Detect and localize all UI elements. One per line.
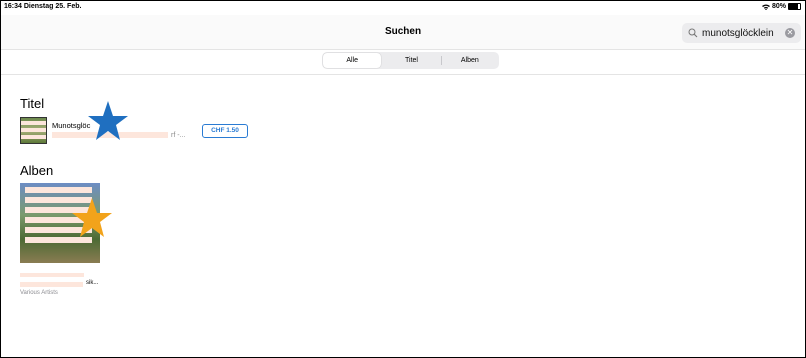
- segment-alben-label: Alben: [460, 57, 479, 64]
- section-heading-titel: Titel: [20, 96, 45, 111]
- blue-star-icon: [88, 101, 128, 140]
- redaction: [20, 273, 84, 277]
- app-window: 16:34 Dienstag 25. Feb. 80% Suchen munot…: [0, 0, 806, 358]
- redaction: [25, 187, 92, 193]
- track-subtitle: rf -...: [171, 132, 186, 139]
- status-date: Dienstag 25. Feb.: [23, 3, 82, 10]
- search-field[interactable]: munotsglöcklein ✕: [682, 23, 801, 43]
- segment-alle[interactable]: Alle: [323, 53, 382, 68]
- redaction: [21, 128, 46, 132]
- track-title: Munotsglöc: [52, 121, 91, 130]
- filter-bar: Alle Titel Alben: [1, 50, 805, 75]
- battery-icon: [788, 3, 801, 10]
- album-artist: Various Artists: [20, 290, 58, 296]
- segment-alben[interactable]: Alben: [440, 52, 499, 69]
- status-right: 80%: [761, 3, 801, 10]
- segment-titel[interactable]: Titel: [382, 52, 440, 69]
- status-clock: 16:34: [4, 3, 22, 10]
- status-bar: 16:34 Dienstag 25. Feb. 80%: [1, 1, 805, 15]
- wifi-icon: [761, 4, 770, 10]
- battery-fill: [789, 4, 798, 9]
- search-icon: [688, 28, 698, 38]
- segmented-control: Alle Titel Alben: [322, 52, 499, 69]
- redaction: [21, 135, 46, 139]
- nav-bar: Suchen munotsglöcklein ✕: [1, 15, 805, 50]
- search-input[interactable]: munotsglöcklein: [702, 28, 774, 39]
- battery-percent: 80%: [771, 3, 786, 10]
- buy-price-button[interactable]: CHF 1.50: [202, 124, 248, 138]
- redaction: [20, 282, 83, 287]
- status-time: 16:34 Dienstag 25. Feb.: [4, 3, 81, 10]
- segment-titel-label: Titel: [405, 57, 418, 64]
- redaction: [21, 121, 46, 125]
- segment-divider: [440, 56, 442, 65]
- clear-icon[interactable]: ✕: [785, 28, 795, 38]
- orange-star-icon: [72, 198, 112, 237]
- track-artwork: [20, 117, 47, 144]
- section-heading-alben: Alben: [20, 163, 54, 178]
- album-title: sik...: [86, 280, 99, 286]
